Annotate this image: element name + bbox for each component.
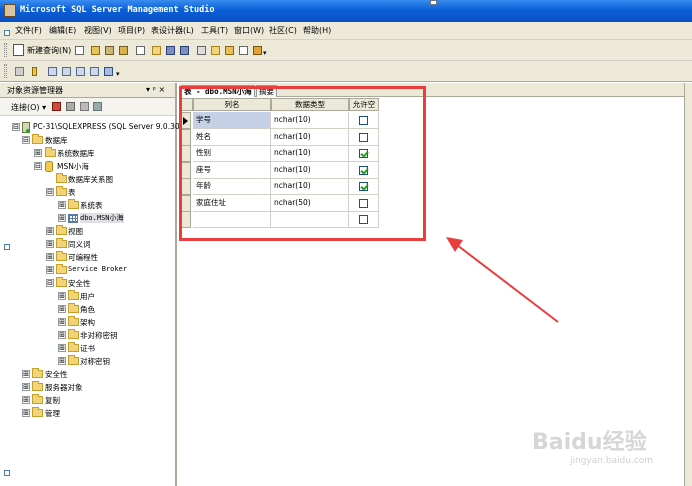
arrow-shaft — [456, 244, 559, 323]
arrow-head — [446, 237, 463, 252]
watermark-url: jingyan.baidu.com — [570, 456, 654, 466]
watermark-logo: Baidu经验 — [532, 430, 647, 455]
annotation-arrow — [446, 237, 559, 323]
